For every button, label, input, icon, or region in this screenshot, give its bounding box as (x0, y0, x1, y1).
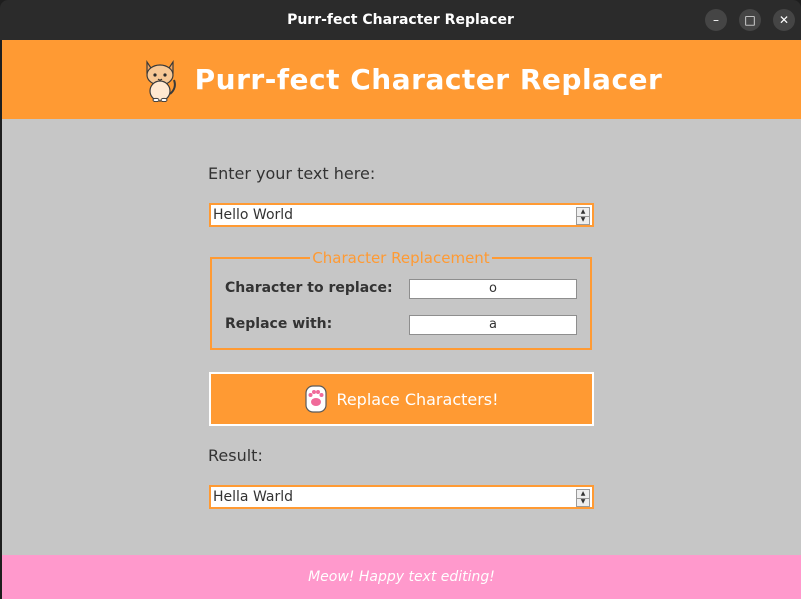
result-label: Result: (208, 446, 263, 465)
app-header: Purr-fect Character Replacer (2, 40, 801, 119)
footer-text: Meow! Happy text editing! (308, 569, 495, 585)
replace-with-input[interactable]: a (409, 315, 577, 335)
result-text-field[interactable]: Hella Warld ▲ ▼ (209, 485, 594, 509)
footer-bar: Meow! Happy text editing! (2, 555, 801, 599)
maximize-button[interactable]: □ (739, 9, 761, 31)
scroll-up-icon[interactable]: ▲ (577, 208, 589, 216)
replace-with-label: Replace with: (225, 316, 333, 332)
close-button[interactable]: ✕ (773, 9, 795, 31)
char-to-replace-input[interactable]: o (409, 279, 577, 299)
app-window: Purr-fect Character Replacer Enter your … (2, 40, 801, 599)
replace-button-label: Replace Characters! (336, 389, 499, 409)
result-scroll-arrows[interactable]: ▲ ▼ (576, 489, 590, 507)
input-label: Enter your text here: (208, 164, 376, 183)
app-title: Purr-fect Character Replacer (194, 63, 663, 96)
paw-icon (305, 385, 328, 413)
result-text-value: Hella Warld (213, 489, 294, 505)
close-icon: ✕ (778, 13, 790, 27)
scroll-up-icon[interactable]: ▲ (577, 490, 589, 498)
input-scroll-arrows[interactable]: ▲ ▼ (576, 207, 590, 225)
scroll-down-icon[interactable]: ▼ (577, 497, 589, 507)
input-text-field[interactable]: Hello World ▲ ▼ (209, 203, 594, 227)
character-replacement-legend: Character Replacement (312, 249, 490, 267)
char-to-replace-label: Character to replace: (225, 280, 393, 296)
maximize-icon: □ (744, 13, 756, 27)
cat-icon (146, 59, 176, 102)
input-text-value: Hello World (213, 207, 294, 223)
scroll-down-icon[interactable]: ▼ (577, 215, 589, 225)
minimize-button[interactable]: – (705, 9, 727, 31)
window-titlebar: Purr-fect Character Replacer – □ ✕ (0, 0, 801, 40)
minimize-icon: – (713, 13, 719, 27)
replace-characters-button[interactable]: Replace Characters! (209, 372, 594, 426)
window-title: Purr-fect Character Replacer (287, 12, 514, 28)
